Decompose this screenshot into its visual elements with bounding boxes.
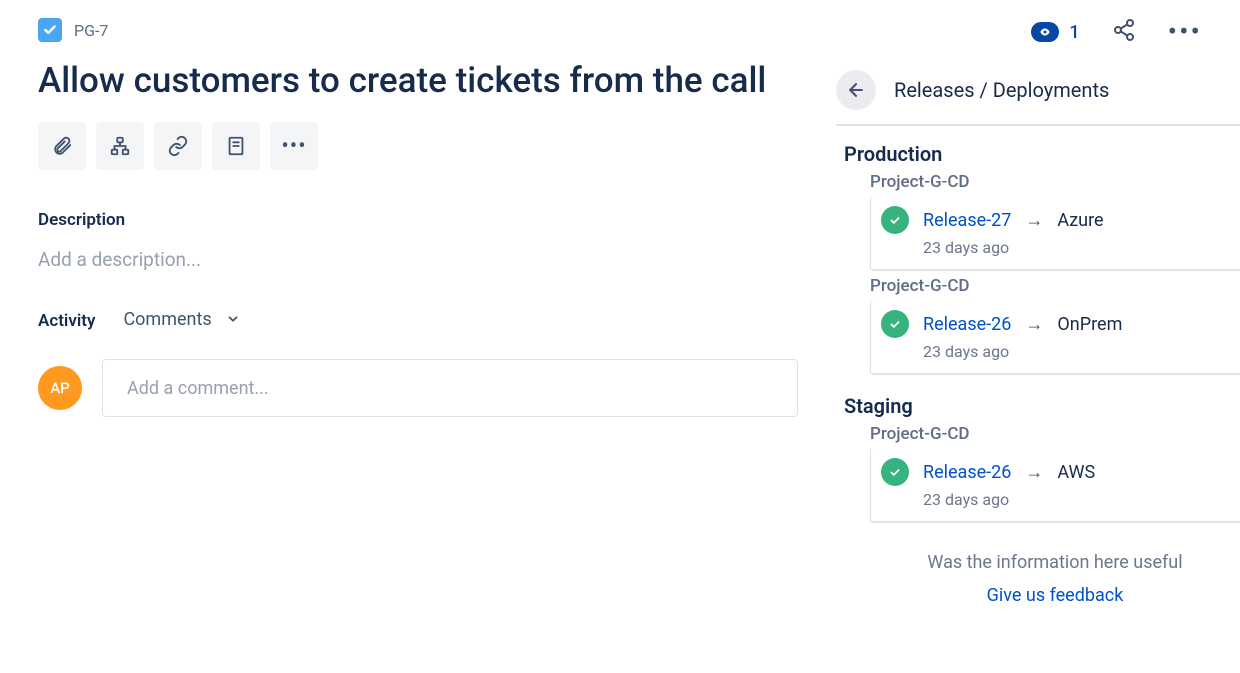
page-button[interactable] (212, 122, 260, 170)
release-time: 23 days ago (923, 342, 1240, 361)
release-row: Release-26 → AWS (881, 458, 1240, 486)
issue-key[interactable]: PG-7 (74, 21, 108, 40)
activity-filter-label: Comments (123, 309, 211, 330)
environment-name: Staging (844, 394, 1240, 418)
arrow-icon: → (1025, 314, 1043, 335)
watch-button[interactable]: 1 (1031, 22, 1079, 43)
release-card[interactable]: Release-27 → Azure 23 days ago (870, 196, 1240, 270)
comment-composer: AP Add a comment... (38, 359, 798, 417)
activity-filter-dropdown[interactable]: Comments (123, 309, 239, 330)
release-time: 23 days ago (923, 238, 1240, 257)
feedback-question: Was the information here useful (870, 552, 1240, 573)
feedback-link[interactable]: Give us feedback (870, 585, 1240, 606)
content-toolbar: ••• (38, 122, 798, 170)
pipeline-name: Project-G-CD (870, 276, 1240, 296)
issue-type-icon (38, 18, 62, 42)
release-target: Azure (1057, 210, 1103, 231)
release-time: 23 days ago (923, 490, 1240, 509)
release-card[interactable]: Release-26 → AWS 23 days ago (870, 448, 1240, 522)
release-target: AWS (1057, 462, 1095, 483)
main-content: PG-7 Allow customers to create tickets f… (38, 18, 798, 417)
add-child-button[interactable] (96, 122, 144, 170)
environment-block: Production Project-G-CD Release-27 → Azu… (836, 142, 1240, 374)
panel-title: Releases / Deployments (894, 78, 1109, 102)
status-success-icon (881, 310, 909, 338)
issue-title[interactable]: Allow customers to create tickets from t… (38, 60, 798, 102)
watch-count: 1 (1069, 22, 1079, 43)
release-card[interactable]: Release-26 → OnPrem 23 days ago (870, 300, 1240, 374)
release-row: Release-26 → OnPrem (881, 310, 1240, 338)
chevron-down-icon (226, 312, 240, 326)
breadcrumb[interactable]: PG-7 (38, 18, 798, 42)
release-link[interactable]: Release-26 (923, 314, 1011, 335)
attach-button[interactable] (38, 122, 86, 170)
release-link[interactable]: Release-26 (923, 462, 1011, 483)
release-row: Release-27 → Azure (881, 206, 1240, 234)
user-avatar[interactable]: AP (38, 366, 82, 410)
watch-icon (1031, 22, 1059, 42)
top-actions: 1 ••• (1031, 18, 1202, 46)
environment-block: Staging Project-G-CD Release-26 → AWS 23… (836, 394, 1240, 522)
share-button[interactable] (1112, 18, 1136, 46)
link-button[interactable] (154, 122, 202, 170)
more-actions-button[interactable]: ••• (1168, 18, 1202, 46)
releases-panel: Releases / Deployments Production Projec… (836, 70, 1240, 606)
environment-name: Production (844, 142, 1240, 166)
feedback-section: Was the information here useful Give us … (870, 552, 1240, 606)
pipeline-name: Project-G-CD (870, 172, 1240, 192)
release-link[interactable]: Release-27 (923, 210, 1011, 231)
activity-heading: Activity (38, 311, 95, 331)
arrow-icon: → (1025, 462, 1043, 483)
activity-header: Activity Comments (38, 311, 798, 331)
pipeline-name: Project-G-CD (870, 424, 1240, 444)
panel-header: Releases / Deployments (836, 70, 1240, 126)
back-button[interactable] (836, 70, 876, 110)
description-heading: Description (38, 210, 798, 230)
status-success-icon (881, 206, 909, 234)
description-input[interactable]: Add a description... (38, 248, 798, 271)
toolbar-more-button[interactable]: ••• (270, 122, 318, 170)
comment-input[interactable]: Add a comment... (102, 359, 798, 417)
status-success-icon (881, 458, 909, 486)
release-target: OnPrem (1057, 314, 1122, 335)
arrow-icon: → (1025, 210, 1043, 231)
